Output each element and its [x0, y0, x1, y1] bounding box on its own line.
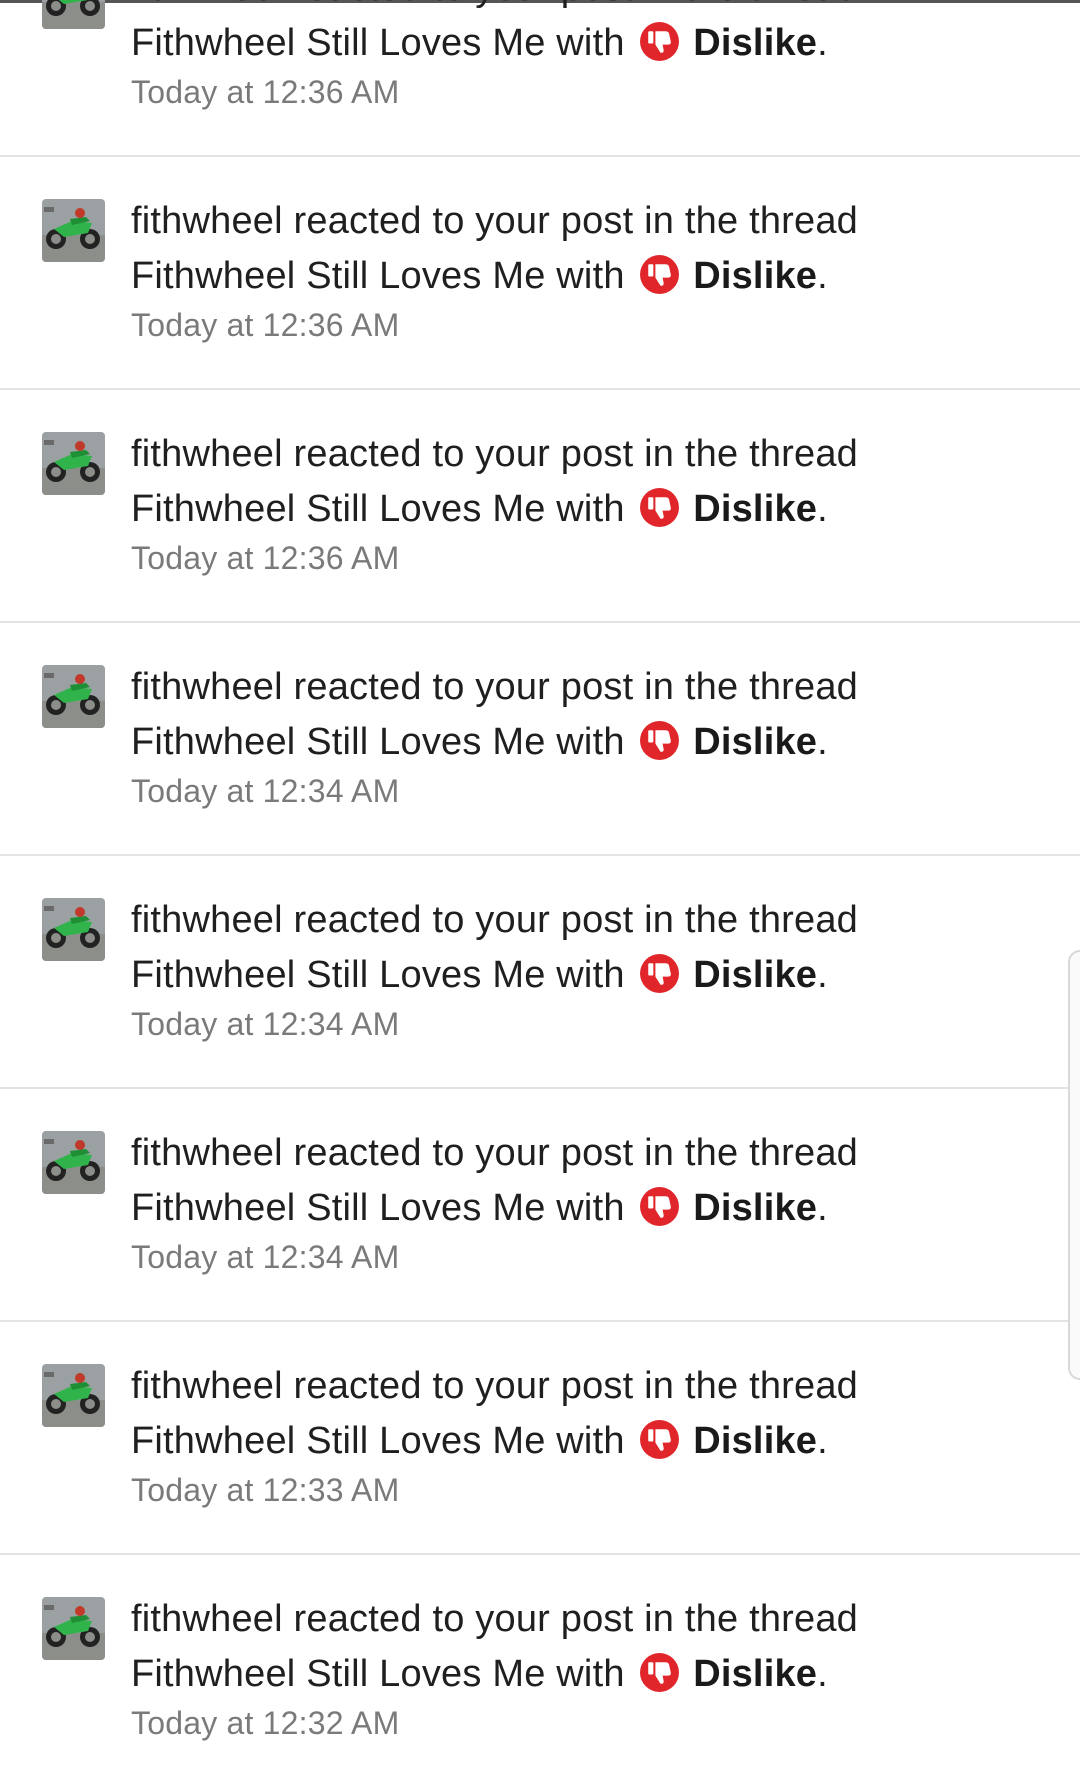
thread-title-text[interactable]: Fithwheel Still Loves Me with — [131, 488, 625, 530]
notification-line-1: fithwheel reacted to your post in the th… — [131, 200, 859, 242]
notification-item[interactable]: fithwheel reacted to your post in the th… — [0, 390, 1080, 623]
dirt-bike-avatar-icon[interactable] — [42, 898, 105, 961]
sentence-period: . — [817, 721, 828, 763]
notification-timestamp: Today at 12:36 AM — [131, 307, 400, 343]
dirt-bike-avatar-icon[interactable] — [42, 0, 105, 29]
notification-text: fithwheel reacted to your post in the th… — [131, 893, 1001, 1003]
reaction-label: Dislike — [693, 954, 818, 996]
notification-item[interactable]: fithwheel reacted to your post in the th… — [0, 1322, 1080, 1555]
notification-text: fithwheel reacted to your post in the th… — [131, 1359, 1001, 1469]
notification-line-1: fithwheel reacted to your post in the th… — [131, 1132, 859, 1174]
sentence-period: . — [817, 488, 828, 530]
notification-line-2: Fithwheel Still Loves Me with Dislike. — [131, 482, 1001, 537]
notification-item[interactable]: fithwheel reacted to your post in the th… — [0, 623, 1080, 856]
notification-timestamp: Today at 12:32 AM — [131, 1705, 400, 1741]
reaction-label: Dislike — [693, 721, 818, 763]
notification-line-1: fithwheel reacted to your post in the th… — [131, 0, 1001, 16]
reaction-label: Dislike — [693, 255, 818, 297]
reaction-label: Dislike — [693, 1653, 818, 1695]
thumbs-down-icon — [639, 720, 680, 761]
dirt-bike-avatar-icon[interactable] — [42, 1131, 105, 1194]
notification-feed: fithwheel reacted to your post in the th… — [0, 0, 1080, 1745]
thumbs-down-icon — [639, 1186, 680, 1227]
reaction-label: Dislike — [693, 1187, 818, 1229]
notification-timestamp: Today at 12:36 AM — [131, 540, 400, 576]
notification-item[interactable]: fithwheel reacted to your post in the th… — [0, 0, 1080, 157]
thread-title-text[interactable]: Fithwheel Still Loves Me with — [131, 255, 625, 297]
notification-text: fithwheel reacted to your post in the th… — [131, 660, 1001, 770]
thumbs-down-icon — [639, 254, 680, 295]
dirt-bike-avatar-icon[interactable] — [42, 665, 105, 728]
notification-line-1: fithwheel reacted to your post in the th… — [131, 1598, 859, 1640]
notification-timestamp: Today at 12:34 AM — [131, 1239, 400, 1275]
reaction-label: Dislike — [693, 488, 818, 530]
scrollbar-handle[interactable] — [1068, 950, 1080, 1380]
thread-title-text[interactable]: Fithwheel Still Loves Me with — [131, 721, 625, 763]
notification-line-1: fithwheel reacted to your post in the th… — [131, 1365, 859, 1407]
sentence-period: . — [817, 1187, 828, 1229]
notification-line-1: fithwheel reacted to your post in the th… — [131, 666, 859, 708]
sentence-period: . — [817, 1420, 828, 1462]
reaction-label: Dislike — [693, 1420, 818, 1462]
notification-text: fithwheel reacted to your post in the th… — [131, 427, 1001, 537]
dirt-bike-avatar-icon[interactable] — [42, 432, 105, 495]
notification-line-2: Fithwheel Still Loves Me with Dislike. — [131, 948, 1001, 1003]
notification-text: fithwheel reacted to your post in the th… — [131, 1126, 1001, 1236]
notification-item[interactable]: fithwheel reacted to your post in the th… — [0, 157, 1080, 390]
sentence-period: . — [817, 1653, 828, 1695]
notification-line-2: Fithwheel Still Loves Me with Dislike. — [131, 1414, 1001, 1469]
notification-line-2: Fithwheel Still Loves Me with Dislike. — [131, 16, 1001, 71]
notification-timestamp: Today at 12:34 AM — [131, 773, 400, 809]
notification-text: fithwheel reacted to your post in the th… — [131, 194, 1001, 304]
thread-title-text[interactable]: Fithwheel Still Loves Me with — [131, 954, 625, 996]
thumbs-down-icon — [639, 953, 680, 994]
notification-item[interactable]: fithwheel reacted to your post in the th… — [0, 856, 1080, 1089]
sentence-period: . — [817, 255, 828, 297]
notification-line-1: fithwheel reacted to your post in the th… — [131, 433, 859, 475]
thumbs-down-icon — [639, 1652, 680, 1693]
thread-title-text[interactable]: Fithwheel Still Loves Me with — [131, 1653, 625, 1695]
reaction-label: Dislike — [693, 22, 818, 64]
thread-title-text[interactable]: Fithwheel Still Loves Me with — [131, 1187, 625, 1229]
thumbs-down-icon — [639, 1419, 680, 1460]
notification-line-2: Fithwheel Still Loves Me with Dislike. — [131, 249, 1001, 304]
notification-item[interactable]: fithwheel reacted to your post in the th… — [0, 1555, 1080, 1788]
notification-line-2: Fithwheel Still Loves Me with Dislike. — [131, 715, 1001, 770]
dirt-bike-avatar-icon[interactable] — [42, 1597, 105, 1660]
thumbs-down-icon — [639, 487, 680, 528]
dirt-bike-avatar-icon[interactable] — [42, 1364, 105, 1427]
sentence-period: . — [817, 22, 828, 64]
notification-timestamp: Today at 12:33 AM — [131, 1472, 400, 1508]
notification-text: fithwheel reacted to your post in the th… — [131, 0, 1001, 71]
thread-title-text[interactable]: Fithwheel Still Loves Me with — [131, 1420, 625, 1462]
dirt-bike-avatar-icon[interactable] — [42, 199, 105, 262]
notification-timestamp: Today at 12:36 AM — [131, 74, 400, 110]
notification-line-1: fithwheel reacted to your post in the th… — [131, 899, 859, 941]
thread-title-text[interactable]: Fithwheel Still Loves Me with — [131, 22, 625, 64]
notification-item[interactable]: fithwheel reacted to your post in the th… — [0, 1089, 1080, 1322]
sentence-period: . — [817, 954, 828, 996]
thumbs-down-icon — [639, 21, 680, 62]
notification-timestamp: Today at 12:34 AM — [131, 1006, 400, 1042]
notification-text: fithwheel reacted to your post in the th… — [131, 1592, 1001, 1702]
notification-line-2: Fithwheel Still Loves Me with Dislike. — [131, 1647, 1001, 1702]
notification-line-2: Fithwheel Still Loves Me with Dislike. — [131, 1181, 1001, 1236]
